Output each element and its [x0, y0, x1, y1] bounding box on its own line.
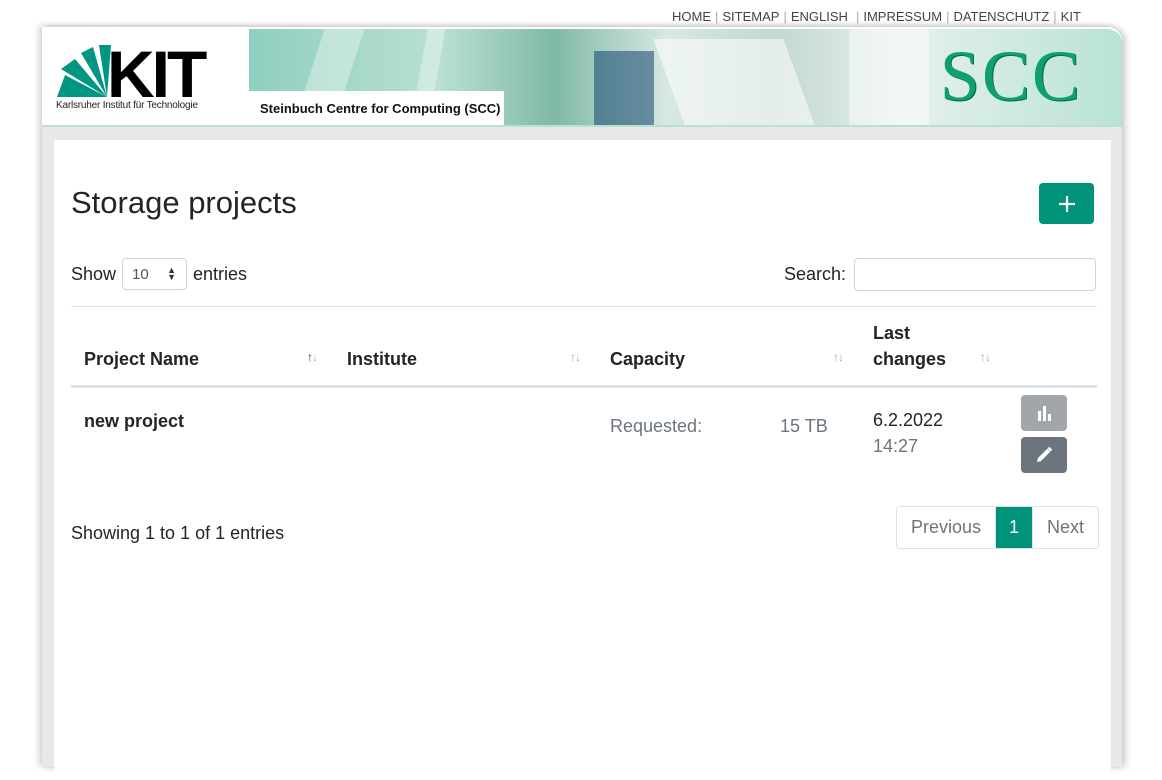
nav-datenschutz-link[interactable]: DATENSCHUTZ [953, 9, 1049, 24]
pagination-next[interactable]: Next [1032, 507, 1098, 548]
add-project-button[interactable] [1039, 183, 1094, 224]
plus-icon [1058, 195, 1075, 212]
kit-logo-subtitle: Karlsruher Institut für Technologie [56, 100, 198, 111]
column-header-project-name[interactable]: Project Name [84, 346, 199, 372]
header-divider [42, 125, 1122, 127]
sort-ascending-icon[interactable]: ↑↓ [307, 350, 318, 364]
nav-kit-link[interactable]: KIT [1061, 9, 1081, 24]
top-navigation: HOME | SITEMAP | ENGLISH | IMPRESSUM | DATENSCHU… [672, 9, 1081, 25]
site-header: KIT Karlsruher Institut für Technologie … [42, 27, 1122, 127]
page-frame: KIT Karlsruher Institut für Technologie … [42, 27, 1122, 780]
nav-separator: | [715, 9, 719, 24]
nav-separator: | [946, 9, 950, 24]
nav-home-link[interactable]: HOME [672, 9, 711, 24]
column-header-last-changes-line2[interactable]: changes [873, 346, 946, 372]
scc-banner-title: SCC [939, 36, 1082, 116]
last-changed-date: 6.2.2022 [873, 410, 944, 430]
entries-select-value: 10 [132, 266, 149, 283]
edit-button[interactable] [1021, 437, 1067, 473]
column-header-last-changes-line1[interactable]: Last [873, 320, 910, 346]
sort-icon[interactable]: ↑↓ [833, 350, 844, 364]
table-info: Showing 1 to 1 of 1 entries [71, 523, 285, 543]
nav-english-link[interactable]: ENGLISH [791, 9, 848, 24]
sort-icon[interactable]: ↑↓ [980, 350, 991, 364]
bar-chart-icon [1038, 406, 1051, 421]
search-label: Search: [784, 264, 847, 284]
kit-logo-text: KIT [107, 41, 207, 101]
nav-impressum-link[interactable]: IMPRESSUM [863, 9, 942, 24]
nav-separator: | [1053, 9, 1057, 24]
select-arrows-icon: ▲ ▼ [167, 265, 177, 282]
table-row: new project Requested: 15 TB 6.2.2022 14… [71, 388, 1097, 488]
entries-length-control: Show 10 ▲ ▼ entries [71, 258, 247, 290]
page-title: Storage projects [71, 185, 297, 220]
column-header-institute[interactable]: Institute [347, 346, 417, 372]
nav-separator: | [783, 9, 787, 24]
pagination: Previous 1 Next [896, 506, 1100, 549]
sort-icon[interactable]: ↑↓ [570, 350, 581, 364]
show-label: Show [71, 263, 117, 284]
search-input[interactable] [854, 258, 1097, 291]
project-name-cell[interactable]: new project [84, 411, 184, 432]
entries-label: entries [193, 263, 248, 284]
kit-logo-mark: KIT [57, 37, 210, 111]
pagination-previous[interactable]: Previous [897, 507, 997, 548]
content-card: Storage projects Show 10 ▲ ▼ entries Sear… [54, 140, 1111, 780]
pagination-page-1[interactable]: 1 [996, 507, 1033, 548]
capacity-value: 15 TB [780, 416, 828, 436]
nav-separator: | [855, 9, 860, 24]
scc-banner: SCC Steinbuch Centre for Computing (SCC) [249, 29, 1122, 125]
statistics-button[interactable] [1021, 395, 1067, 431]
banner-label: Steinbuch Centre for Computing (SCC) [260, 101, 501, 116]
pencil-icon [1037, 446, 1053, 462]
capacity-label: Requested: [610, 416, 703, 436]
banner-label-box: Steinbuch Centre for Computing (SCC) [249, 91, 504, 125]
column-header-capacity[interactable]: Capacity [610, 346, 685, 372]
nav-sitemap-link[interactable]: SITEMAP [722, 9, 779, 24]
entries-select[interactable]: 10 ▲ ▼ [122, 258, 188, 290]
search-control: Search: [784, 258, 1097, 291]
table-header: Project Name ↑↓ Institute ↑↓ Capacity ↑↓… [71, 307, 1097, 385]
last-changed-time: 14:27 [873, 436, 919, 456]
